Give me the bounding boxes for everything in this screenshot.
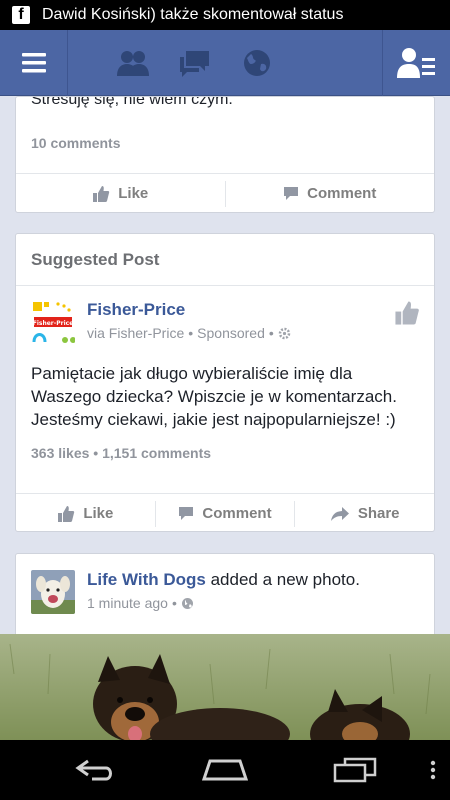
comment-icon xyxy=(284,187,299,200)
top-navigation-bar xyxy=(0,30,450,96)
post-text: Pamiętacie jak długo wybieraliście imię … xyxy=(31,364,397,429)
overflow-dots-icon xyxy=(430,760,436,780)
like-label: Like xyxy=(118,185,149,202)
android-navigation-bar xyxy=(0,740,450,800)
thumbs-up-icon xyxy=(58,505,75,522)
separator-dot: • xyxy=(171,595,177,611)
via-text[interactable]: via Fisher-Price xyxy=(87,325,184,341)
comment-icon xyxy=(179,507,194,520)
back-arrow-icon xyxy=(75,759,112,781)
fisher-price-logo-text: Fisher-Price xyxy=(33,320,74,327)
dog-avatar-image xyxy=(31,570,75,614)
separator-dot: • xyxy=(188,325,194,341)
notifications-globe-icon xyxy=(244,49,270,76)
notifications-button[interactable] xyxy=(239,45,275,81)
separator-dot: • xyxy=(93,445,103,461)
suggested-post-heading: Suggested Post xyxy=(16,234,434,286)
back-button[interactable] xyxy=(65,750,125,790)
story-text: Stresuję się, nie wiem czym. xyxy=(31,96,233,108)
comment-label: Comment xyxy=(307,185,377,202)
friends-list-icon xyxy=(396,48,435,78)
like-label: Like xyxy=(83,505,114,522)
recent-apps-button[interactable] xyxy=(325,750,385,790)
notification-text: Dawid Kosiński) także skomentował status xyxy=(42,6,344,23)
comment-button[interactable]: Comment xyxy=(154,500,295,527)
fisher-price-avatar[interactable]: Fisher-Price xyxy=(31,300,75,344)
overflow-menu-button[interactable] xyxy=(430,760,436,785)
like-page-button[interactable] xyxy=(394,300,420,331)
home-icon xyxy=(202,759,248,781)
share-arrow-icon xyxy=(330,506,349,521)
status-bar: f Dawid Kosiński) także skomentował stat… xyxy=(0,0,450,30)
friend-requests-icon xyxy=(117,50,149,76)
thumbs-up-icon xyxy=(93,185,110,202)
life-with-dogs-avatar[interactable] xyxy=(31,570,75,614)
share-button[interactable]: Share xyxy=(294,500,434,527)
post-actions: Like Comment Share xyxy=(16,493,434,531)
friend-requests-button[interactable] xyxy=(115,45,151,81)
comment-button[interactable]: Comment xyxy=(224,180,435,207)
page-name-link[interactable]: Life With Dogs xyxy=(87,570,206,589)
page-name-link[interactable]: Fisher-Price xyxy=(87,300,291,320)
post-stats[interactable]: 363 likes • 1,151 comments xyxy=(16,431,434,461)
sponsored-label[interactable]: Sponsored xyxy=(197,325,265,341)
messages-button[interactable] xyxy=(177,45,213,81)
comment-label: Comment xyxy=(202,505,272,522)
puppies-photo xyxy=(0,634,450,744)
separator-dot: • xyxy=(268,325,274,341)
fisher-price-logo: Fisher-Price xyxy=(31,300,75,344)
thumbs-up-icon xyxy=(395,301,419,325)
home-button[interactable] xyxy=(195,750,255,790)
story-actions: Like Comment xyxy=(16,173,435,212)
settings-gear-icon[interactable] xyxy=(278,327,291,340)
story-action-text: added a new photo. xyxy=(210,570,360,589)
share-label: Share xyxy=(357,505,400,522)
public-globe-icon xyxy=(181,597,193,609)
like-button[interactable]: Like xyxy=(16,501,155,527)
friends-list-button[interactable] xyxy=(382,30,450,96)
post-header: Fisher-Price Fisher-Price via Fisher-Pri… xyxy=(16,286,434,344)
suggested-post-card: Suggested Post Fisher-Price Fisher-Price… xyxy=(15,233,435,532)
messages-icon xyxy=(180,50,209,77)
like-button[interactable]: Like xyxy=(16,181,225,207)
comments-count[interactable]: 10 comments xyxy=(31,135,120,151)
likes-count[interactable]: 363 likes xyxy=(31,445,89,461)
comments-count[interactable]: 1,151 comments xyxy=(102,445,211,461)
timestamp[interactable]: 1 minute ago xyxy=(87,595,168,611)
feed-story-card: Stresuję się, nie wiem czym. 10 comments… xyxy=(15,96,435,213)
post-header: Life With Dogs added a new photo. 1 minu… xyxy=(16,554,434,614)
recent-apps-icon xyxy=(333,757,377,783)
menu-button[interactable] xyxy=(0,30,68,96)
menu-icon xyxy=(21,53,46,73)
facebook-notification-icon: f xyxy=(12,6,30,24)
story-photo[interactable] xyxy=(0,634,450,744)
